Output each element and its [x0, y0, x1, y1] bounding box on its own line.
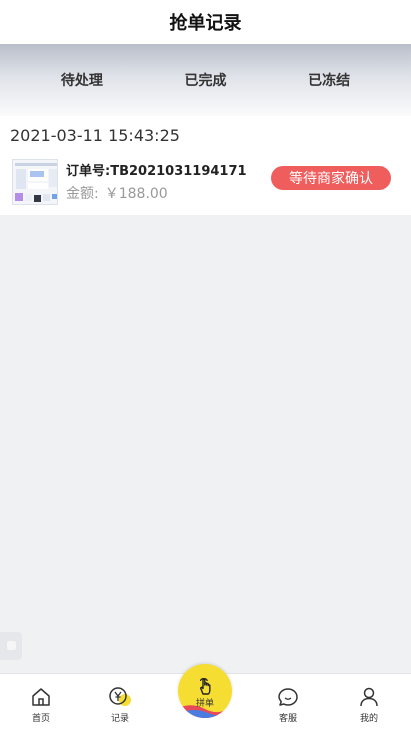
- tabbar-item-service[interactable]: 客服: [258, 686, 318, 728]
- order-amount: 金额: ￥188.00: [66, 183, 168, 203]
- product-thumbnail: [12, 159, 58, 205]
- order-record-card[interactable]: 2021-03-11 15:43:25 订单号:TB2021031194171 …: [0, 116, 411, 215]
- tab-completed[interactable]: 已完成: [150, 70, 260, 90]
- status-tabs: 待处理 已完成 已冻结: [0, 44, 411, 116]
- tab-pending[interactable]: 待处理: [27, 70, 137, 90]
- tabbar-label-service: 客服: [278, 714, 297, 724]
- tabbar-label-mine: 我的: [359, 714, 378, 724]
- user-icon: [360, 687, 378, 707]
- tabbar-item-home[interactable]: 首页: [11, 686, 71, 728]
- tabbar-label-home: 首页: [31, 714, 50, 724]
- tap-hand-icon: [199, 677, 211, 695]
- home-icon: [32, 688, 50, 706]
- tab-frozen[interactable]: 已冻结: [274, 70, 384, 90]
- amount-value: ￥188.00: [104, 186, 168, 202]
- tabbar-item-record[interactable]: 记录: [90, 686, 150, 728]
- tabbar-item-mine[interactable]: 我的: [339, 686, 399, 728]
- page-title: 抢单记录: [169, 13, 242, 34]
- chat-icon: [278, 688, 298, 706]
- grab-order-button[interactable]: 拼单: [178, 664, 232, 718]
- app-header: 抢单记录: [0, 0, 411, 44]
- order-number: 订单号:TB2021031194171: [66, 164, 247, 179]
- status-badge: 等待商家确认: [271, 166, 391, 190]
- record-time: 2021-03-11 15:43:25: [10, 126, 180, 145]
- grab-order-label: 拼单: [195, 698, 214, 709]
- record-yen-icon: [109, 687, 131, 706]
- amount-label: 金额:: [66, 186, 99, 202]
- floating-handle[interactable]: [0, 632, 22, 660]
- tabbar-label-record: 记录: [110, 714, 129, 724]
